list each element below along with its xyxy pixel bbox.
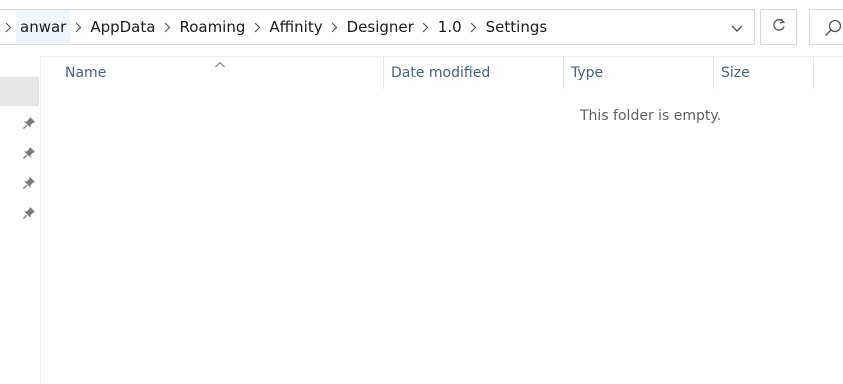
chevron-down-icon [731, 18, 743, 37]
breadcrumb: anwar AppData Roaming Affinity Designer … [0, 10, 551, 44]
column-header-name[interactable]: Name [65, 57, 383, 89]
refresh-button[interactable] [760, 9, 797, 45]
search-input[interactable] [809, 9, 843, 45]
chevron-right-icon[interactable] [70, 22, 86, 33]
chevron-right-icon[interactable] [0, 22, 16, 33]
address-bar[interactable]: anwar AppData Roaming Affinity Designer … [0, 9, 755, 45]
column-separator[interactable] [383, 57, 384, 89]
breadcrumb-item-settings[interactable]: Settings [482, 10, 552, 44]
chevron-right-icon[interactable] [327, 22, 343, 33]
breadcrumb-item-anwar[interactable]: anwar [16, 10, 71, 44]
breadcrumb-item-1-0[interactable]: 1.0 [434, 10, 466, 44]
breadcrumb-item-roaming[interactable]: Roaming [175, 10, 249, 44]
breadcrumb-item-affinity[interactable]: Affinity [265, 10, 326, 44]
pin-icon[interactable] [22, 145, 36, 159]
chevron-right-icon[interactable] [418, 22, 434, 33]
nav-item-selected[interactable] [0, 77, 39, 106]
refresh-icon [771, 17, 787, 37]
pin-icon[interactable] [22, 205, 36, 219]
chevron-right-icon[interactable] [249, 22, 265, 33]
column-separator[interactable] [563, 57, 564, 89]
chevron-right-icon[interactable] [466, 22, 482, 33]
search-icon [824, 19, 842, 41]
column-header-type[interactable]: Type [571, 57, 713, 89]
chevron-right-icon[interactable] [159, 22, 175, 33]
column-separator[interactable] [813, 57, 814, 89]
pin-icon[interactable] [22, 175, 36, 189]
breadcrumb-item-appdata[interactable]: AppData [86, 10, 159, 44]
column-separator[interactable] [713, 57, 714, 89]
column-header-date-modified[interactable]: Date modified [391, 57, 563, 89]
file-explorer-window: anwar AppData Roaming Affinity Designer … [0, 0, 843, 384]
column-header-size[interactable]: Size [721, 57, 813, 89]
navigation-pane [0, 56, 41, 384]
pin-icon[interactable] [22, 115, 36, 129]
empty-folder-message: This folder is empty. [580, 108, 722, 124]
address-history-dropdown[interactable] [726, 10, 748, 44]
breadcrumb-item-designer[interactable]: Designer [343, 10, 418, 44]
